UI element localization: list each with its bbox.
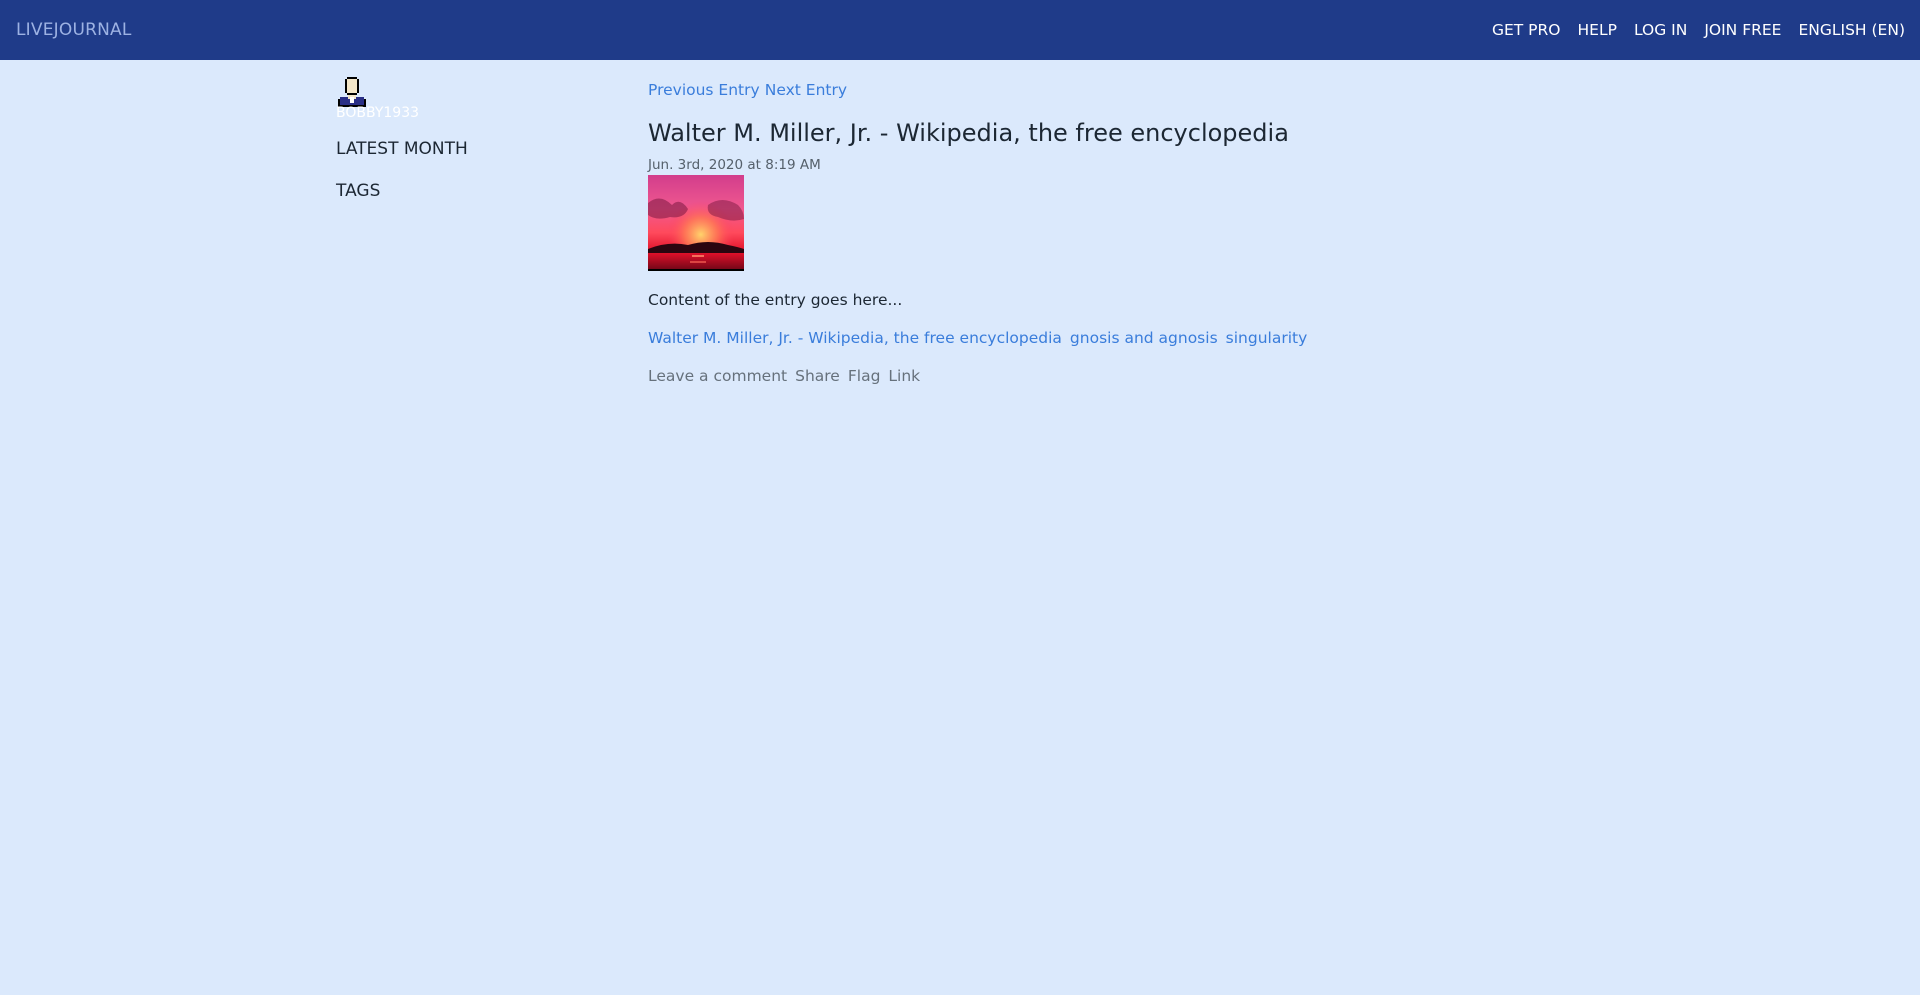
tag-link[interactable]: gnosis and agnosis [1070,329,1218,347]
sidebar-item-tags[interactable]: TAGS [336,181,616,201]
help-link[interactable]: HELP [1578,21,1617,39]
sunset-image [648,175,744,271]
entry-title: Walter M. Miller, Jr. - Wikipedia, the f… [648,119,1289,147]
next-entry-link[interactable]: Next Entry [765,81,847,99]
language-selector[interactable]: ENGLISH (EN) [1798,21,1905,39]
previous-entry-link[interactable]: Previous Entry [648,81,760,99]
entry-tags: Walter M. Miller, Jr. - Wikipedia, the f… [648,329,1468,347]
permalink-link[interactable]: Link [888,367,920,385]
entry-date: Jun. 3rd, 2020 at 8:19 AM [648,157,821,173]
sidebar-item-latest-month[interactable]: LATEST MONTH [336,139,616,159]
top-navigation-bar: LIVEJOURNAL GET PRO HELP LOG IN JOIN FRE… [0,0,1920,60]
sidebar-nav: LATEST MONTH TAGS [336,139,616,201]
journal-sidebar: BOBBY1933 LATEST MONTH TAGS [336,75,616,223]
journal-entry: Previous Entry Next Entry Walter M. Mill… [648,80,1468,385]
join-free-link[interactable]: JOIN FREE [1704,21,1781,39]
share-link[interactable]: Share [795,367,840,385]
user-avatar-icon[interactable] [336,75,368,107]
entry-content: Content of the entry goes here... [648,291,903,309]
username-link[interactable]: BOBBY1933 [336,105,616,121]
flag-link[interactable]: Flag [848,367,881,385]
leave-comment-link[interactable]: Leave a comment [648,367,787,385]
entry-actions: Leave a comment Share Flag Link [648,367,1468,385]
top-nav-links: GET PRO HELP LOG IN JOIN FREE ENGLISH (E… [1492,0,1905,60]
entry-navigation: Previous Entry Next Entry [648,80,1468,99]
log-in-link[interactable]: LOG IN [1634,21,1687,39]
tag-link[interactable]: singularity [1226,329,1308,347]
livejournal-logo[interactable]: LIVEJOURNAL [16,0,132,60]
get-pro-link[interactable]: GET PRO [1492,21,1561,39]
tag-link[interactable]: Walter M. Miller, Jr. - Wikipedia, the f… [648,329,1062,347]
